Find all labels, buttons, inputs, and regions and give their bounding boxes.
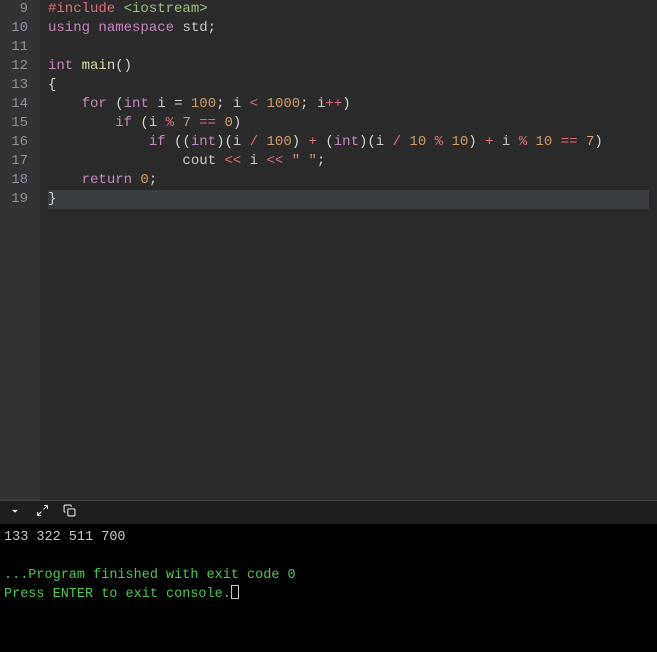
- console-output: 133 322 511 700: [4, 528, 653, 547]
- console-prompt: Press ENTER to exit console.: [4, 585, 653, 604]
- line-number: 15: [0, 114, 32, 133]
- line-number: 11: [0, 38, 32, 57]
- chevron-down-icon[interactable]: [8, 504, 22, 522]
- code-line[interactable]: for (int i = 100; i < 1000; i++): [48, 95, 649, 114]
- line-number: 13: [0, 76, 32, 95]
- line-number: 17: [0, 152, 32, 171]
- line-number: 19: [0, 190, 32, 209]
- console-toolbar: [0, 500, 657, 524]
- code-line[interactable]: if ((int)(i / 100) + (int)(i / 10 % 10) …: [48, 133, 649, 152]
- line-gutter: 910111213141516171819: [0, 0, 40, 500]
- code-line[interactable]: int main(): [48, 57, 649, 76]
- copy-icon[interactable]: [63, 504, 76, 521]
- code-line[interactable]: cout << i << " ";: [48, 152, 649, 171]
- code-line[interactable]: }: [48, 190, 649, 209]
- line-number: 18: [0, 171, 32, 190]
- expand-icon[interactable]: [36, 504, 49, 521]
- console-blank: [4, 547, 653, 566]
- line-number: 12: [0, 57, 32, 76]
- console-area[interactable]: 133 322 511 700 ...Program finished with…: [0, 524, 657, 652]
- line-number: 16: [0, 133, 32, 152]
- code-line[interactable]: if (i % 7 == 0): [48, 114, 649, 133]
- code-area[interactable]: #include <iostream>using namespace std; i…: [40, 0, 657, 500]
- line-number: 10: [0, 19, 32, 38]
- code-line[interactable]: return 0;: [48, 171, 649, 190]
- line-number: 14: [0, 95, 32, 114]
- cursor-icon: [231, 585, 239, 599]
- console-finished: ...Program finished with exit code 0: [4, 566, 653, 585]
- line-number: 9: [0, 0, 32, 19]
- code-line[interactable]: {: [48, 76, 649, 95]
- editor-area[interactable]: 910111213141516171819 #include <iostream…: [0, 0, 657, 500]
- code-line[interactable]: using namespace std;: [48, 19, 649, 38]
- code-line[interactable]: [48, 38, 649, 57]
- code-line[interactable]: #include <iostream>: [48, 0, 649, 19]
